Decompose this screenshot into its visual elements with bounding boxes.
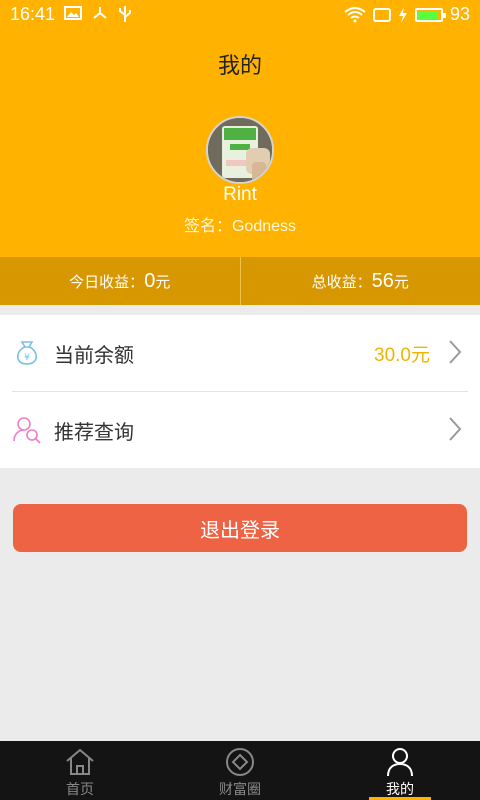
tab-wealth-circle[interactable]: 财富圈 <box>160 741 320 800</box>
logout-button[interactable]: 退出登录 <box>13 504 467 552</box>
wifi-icon <box>344 6 366 22</box>
menu-item-balance[interactable]: ¥ 当前余额 30.0元 <box>0 315 480 391</box>
image-notification-icon <box>64 6 82 20</box>
avatar-photo <box>208 118 272 182</box>
battery-percent: 93 <box>449 4 470 24</box>
balance-label: 当前余额 <box>54 342 134 367</box>
status-time: 16:41 <box>10 4 56 24</box>
avatar[interactable] <box>206 116 274 184</box>
chevron-right-icon <box>449 340 462 364</box>
share-notification-icon <box>93 7 107 19</box>
usb-icon <box>119 6 131 22</box>
bottom-tab-bar: 首页 财富圈 我的 <box>0 741 480 800</box>
svg-text:¥: ¥ <box>24 353 30 363</box>
signature: 签名：Godness <box>183 218 297 235</box>
home-icon <box>66 748 94 775</box>
tab-profile[interactable]: 我的 <box>320 741 480 800</box>
battery-icon <box>414 7 446 22</box>
profile-icon <box>387 748 413 777</box>
menu-item-referral[interactable]: 推荐查询 <box>0 392 480 468</box>
today-earnings-label: 今日收益： <box>69 272 145 291</box>
sim-icon <box>372 7 391 22</box>
tab-profile-label: 我的 <box>386 782 414 798</box>
tab-home[interactable]: 首页 <box>0 741 160 800</box>
chevron-right-icon <box>449 417 462 441</box>
menu-list: ¥ 当前余额 30.0元 推荐查询 <box>0 315 480 468</box>
page-title: 我的 <box>217 54 262 79</box>
today-earnings-value: 0 <box>144 269 156 292</box>
earnings-bar: 今日收益： 0 元 总收益： 56 元 <box>0 257 480 305</box>
today-earnings-unit: 元 <box>155 272 171 291</box>
status-bar: 16:41 93 <box>0 0 480 30</box>
tab-home-label: 首页 <box>66 782 94 798</box>
charging-icon <box>398 6 407 23</box>
total-earnings-unit: 元 <box>393 272 409 291</box>
username: Rint <box>223 184 257 205</box>
referral-search-icon <box>12 415 42 445</box>
balance-value: 30.0元 <box>374 344 430 366</box>
money-bag-icon: ¥ <box>12 338 42 368</box>
total-earnings-label: 总收益： <box>311 272 372 291</box>
total-earnings: 总收益： 56 元 <box>241 257 480 305</box>
referral-label: 推荐查询 <box>54 419 134 444</box>
total-earnings-value: 56 <box>371 269 394 292</box>
tab-wealth-circle-label: 财富圈 <box>219 782 261 798</box>
wealth-circle-icon <box>226 748 254 776</box>
today-earnings: 今日收益： 0 元 <box>0 257 240 305</box>
profile-header: 我的 Rint 签名：Godness <box>0 30 480 257</box>
